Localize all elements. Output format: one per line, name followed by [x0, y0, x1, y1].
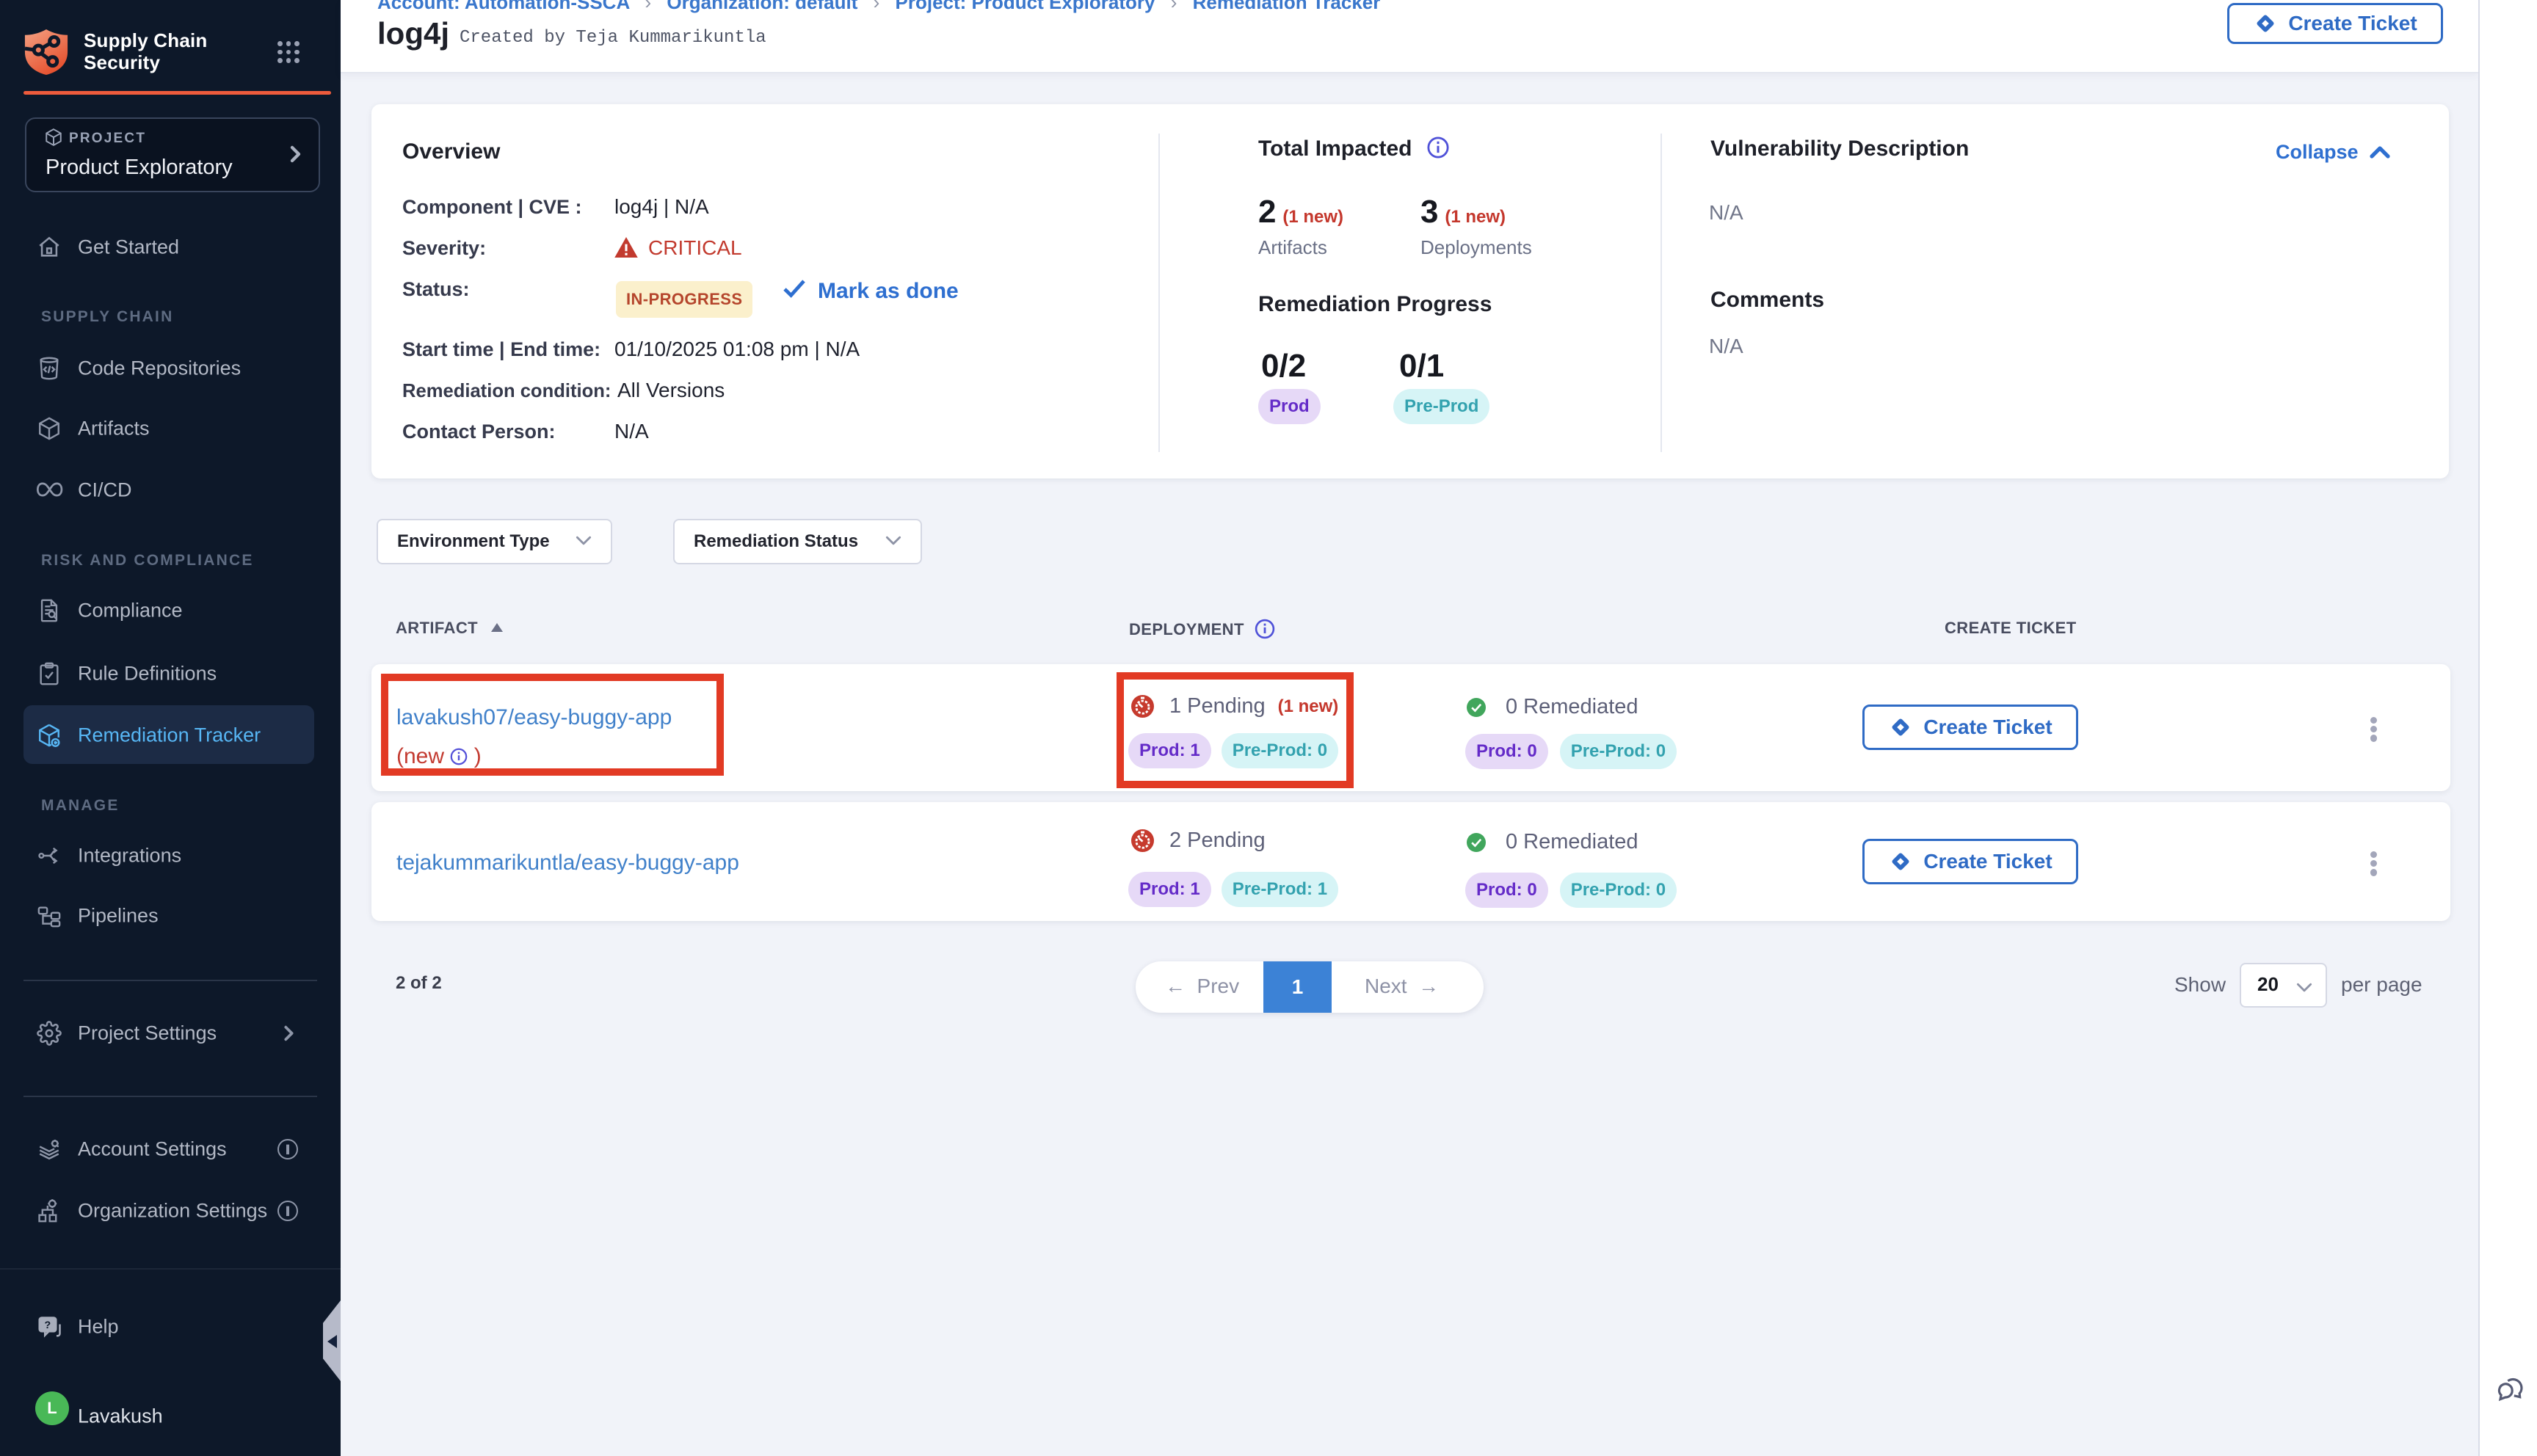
svg-text:?: ? — [45, 1320, 51, 1331]
